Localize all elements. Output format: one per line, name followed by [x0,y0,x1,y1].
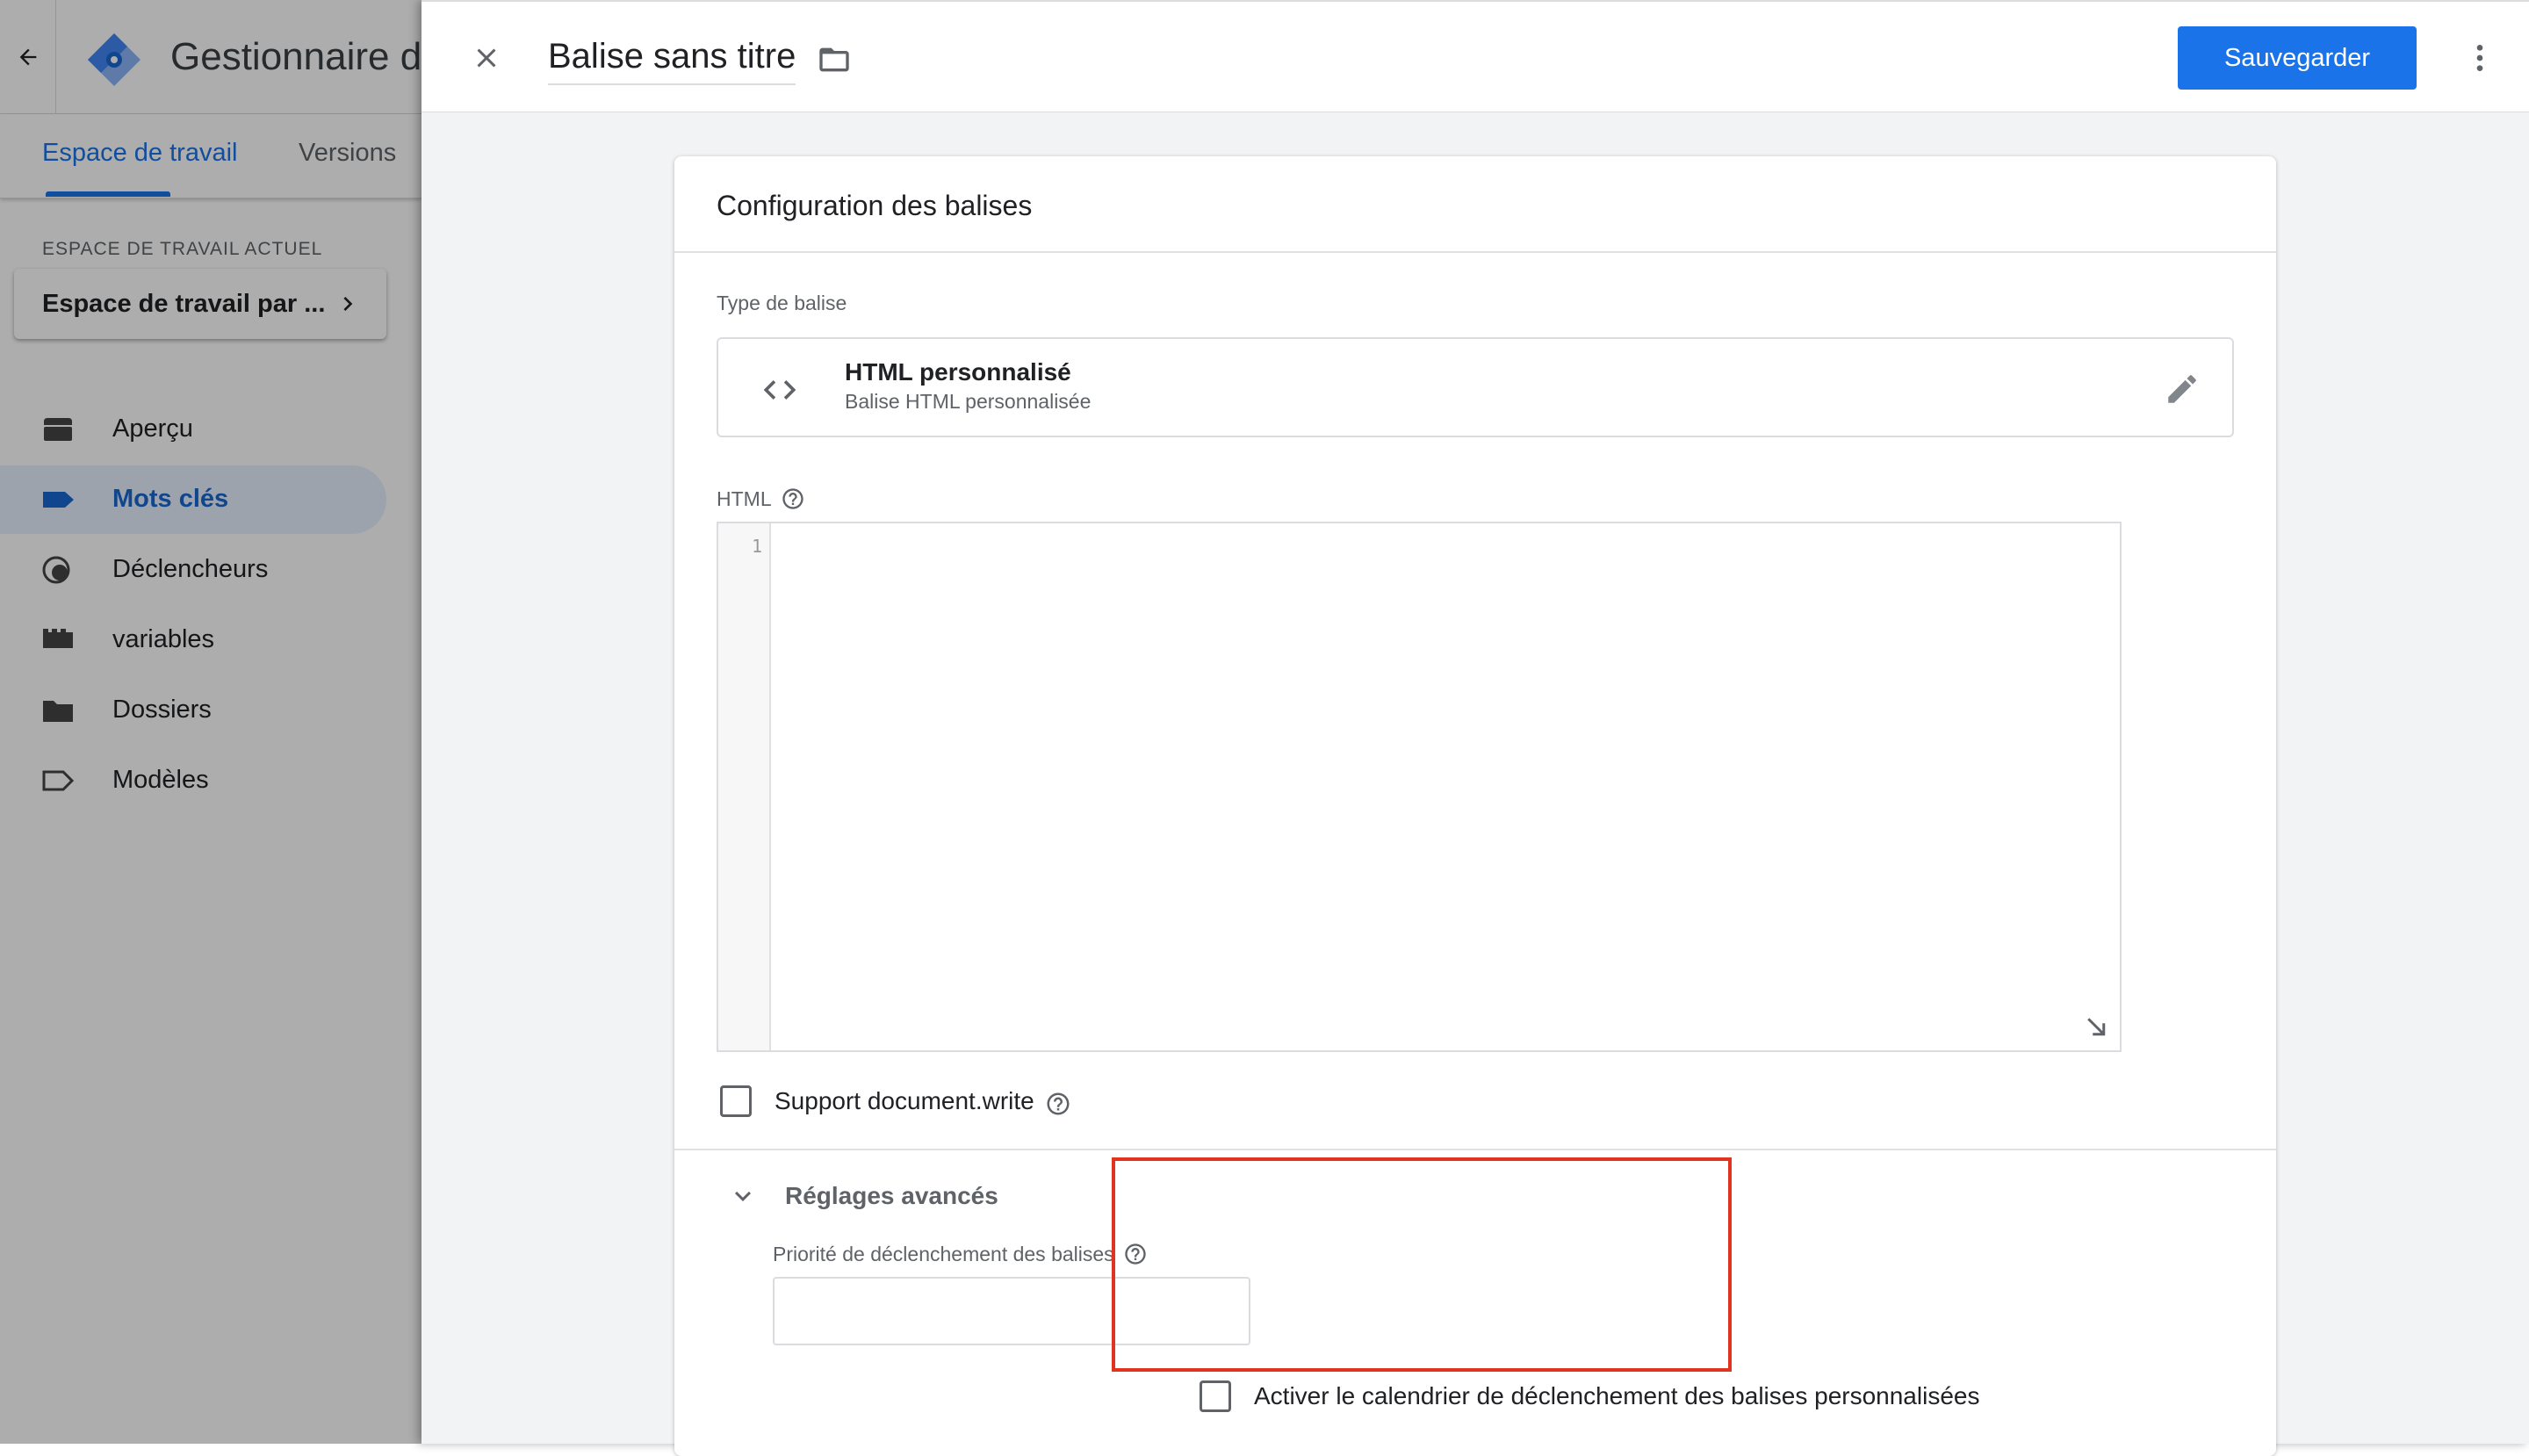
html-label: HTML [717,487,805,511]
sidebar-item-label: Déclencheurs [112,555,269,583]
workspace-tabs: Espace de travail Versions [0,114,422,198]
sidebar-item-label: Modèles [112,766,209,794]
help-icon[interactable] [1123,1242,1148,1266]
sidebar-item-overview[interactable]: Aperçu [0,395,386,464]
more-vert-icon [2476,45,2483,71]
line-number-gutter: 1 [718,523,771,1050]
close-icon [477,48,496,68]
sidebar-item-variables[interactable]: variables [0,606,386,674]
line-number: 1 [751,536,762,557]
chevron-right-icon [343,297,353,311]
workspace-name: Espace de travail par ... [42,289,326,318]
priority-label: Priorité de déclenchement des balises [773,1242,1148,1266]
html-label-text: HTML [717,487,772,510]
docwrite-label: Support document.write [775,1087,1034,1114]
resize-handle-icon[interactable] [2083,1013,2109,1040]
divider [674,251,2276,253]
trigger-icon [42,556,70,584]
folder-icon [43,701,73,722]
advanced-settings-title: Réglages avancés [785,1182,998,1209]
left-panel: Gestionnaire de balises Espace de travai… [0,0,422,1444]
app-header: Gestionnaire de balises [0,0,422,114]
sidebar-item-label: Mots clés [112,485,229,513]
html-code-editor[interactable]: 1 [717,522,2122,1052]
docwrite-checkbox[interactable] [720,1085,752,1117]
card-title: Configuration des balises [717,190,1033,221]
gtm-logo-icon [88,33,140,86]
app-title: Gestionnaire de balises [170,35,422,78]
tag-type-label: Type de balise [717,292,847,314]
pencil-icon[interactable] [2164,371,2201,407]
chevron-down-icon [735,1191,751,1201]
workspace-selector[interactable]: Espace de travail par ... [14,269,386,339]
sidebar-item-templates[interactable]: Modèles [0,746,386,815]
more-options-button[interactable] [2459,37,2501,79]
code-icon [763,380,796,400]
divider [674,1149,2276,1150]
folder-icon[interactable] [815,42,854,77]
active-tab-indicator [46,191,170,197]
tag-icon [43,492,74,508]
close-button[interactable] [462,33,511,83]
sidebar-item-label: variables [112,625,215,653]
save-button[interactable]: Sauvegarder [2178,26,2417,90]
schedule-checkbox[interactable] [1200,1380,1231,1412]
priority-label-text: Priorité de déclenchement des balises [773,1242,1114,1265]
editor-top-bar: Balise sans titre Sauvegarder [422,0,2529,112]
tab-workspace[interactable]: Espace de travail [42,139,237,168]
schedule-label: Activer le calendrier de déclenchement d… [1254,1382,1980,1409]
tag-type-description: Balise HTML personnalisée [845,390,1092,413]
sidebar-item-folders[interactable]: Dossiers [0,676,386,745]
tag-configuration-card: Configuration des balises Type de balise… [674,156,2276,1456]
arrow-back-icon [19,48,36,66]
sidebar-item-label: Aperçu [112,414,193,443]
tag-editor-panel: Balise sans titre Sauvegarder Configurat… [422,0,2529,1456]
tag-type-name: HTML personnalisé [845,358,1071,386]
sidebar-item-tags[interactable]: Mots clés [0,465,386,534]
schedule-option: Activer le calendrier de déclenchement d… [1200,1377,1979,1416]
back-button[interactable] [0,0,56,114]
tag-type-selector[interactable]: HTML personnalisé Balise HTML personnali… [717,337,2234,437]
docwrite-option: Support document.write [720,1082,1071,1121]
overview-icon [44,418,72,441]
tab-versions[interactable]: Versions [299,139,396,168]
sidebar-item-label: Dossiers [112,696,212,724]
advanced-settings-toggle[interactable]: Réglages avancés [727,1180,998,1212]
current-workspace-label: ESPACE DE TRAVAIL ACTUEL [42,239,323,259]
help-icon[interactable] [1045,1091,1071,1117]
variables-icon [43,629,73,648]
template-icon [42,770,75,791]
priority-input[interactable] [773,1277,1250,1345]
tag-name-field[interactable]: Balise sans titre [548,37,796,85]
sidebar-item-triggers[interactable]: Déclencheurs [0,536,386,604]
help-icon[interactable] [781,487,805,511]
